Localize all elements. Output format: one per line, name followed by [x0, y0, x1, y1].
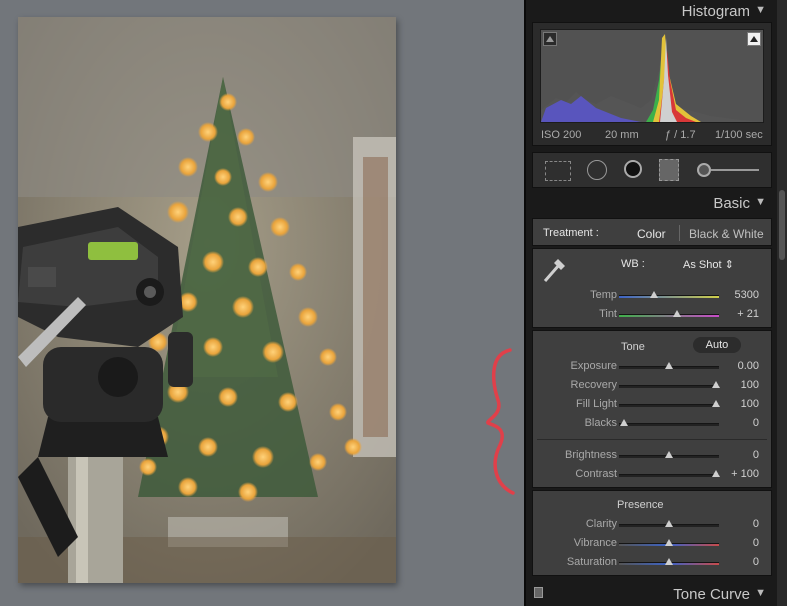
collapse-triangle-icon[interactable]: ▼ — [755, 4, 766, 16]
exposure-value[interactable]: 0.00 — [709, 360, 759, 372]
histogram-title: Histogram — [681, 3, 750, 20]
clarity-slider-thumb[interactable] — [665, 520, 673, 527]
graduated-filter-icon[interactable] — [659, 159, 679, 181]
contrast-slider[interactable] — [619, 470, 720, 477]
treatment-bw-option[interactable]: Black & White — [689, 227, 764, 241]
basic-title: Basic — [713, 195, 750, 212]
highlight-clipping-icon[interactable] — [747, 32, 761, 46]
tint-slider-thumb[interactable] — [673, 310, 681, 317]
collapse-triangle-icon[interactable]: ▼ — [755, 196, 766, 208]
panel-switch-icon[interactable] — [534, 587, 543, 598]
temp-slider[interactable] — [619, 291, 719, 298]
treatment-row: Treatment : Color Black & White — [532, 218, 772, 246]
exposure-slider[interactable] — [619, 362, 719, 369]
photo-preview[interactable] — [18, 17, 396, 583]
white-balance-box: WB : As Shot ⇕ Temp 5300 Tint + 21 — [532, 248, 772, 328]
crop-tool-icon[interactable] — [545, 161, 571, 181]
eyedropper-icon[interactable] — [541, 255, 569, 285]
saturation-label: Saturation — [566, 556, 617, 568]
wb-label: WB : — [621, 258, 645, 270]
fill-light-value[interactable]: 100 — [709, 398, 759, 410]
tone-divider — [537, 439, 767, 440]
shutter-readout: 1/100 sec — [715, 129, 763, 141]
temp-label: Temp — [590, 289, 617, 301]
saturation-value[interactable]: 0 — [709, 556, 759, 568]
treatment-label: Treatment : — [543, 227, 599, 239]
clarity-label: Clarity — [585, 518, 617, 530]
tone-curve-header[interactable]: Tone Curve ▼ — [532, 583, 772, 605]
clarity-slider[interactable] — [619, 520, 719, 527]
brush-handle — [711, 169, 759, 171]
collapse-triangle-icon[interactable]: ▼ — [755, 587, 766, 599]
exposure-slider-thumb[interactable] — [665, 362, 673, 369]
recovery-value[interactable]: 100 — [709, 379, 759, 391]
vibrance-slider-thumb[interactable] — [665, 539, 673, 546]
presence-label: Presence — [617, 499, 664, 511]
exposure-label: Exposure — [570, 360, 617, 372]
photo-image — [18, 17, 396, 583]
spot-removal-icon[interactable] — [587, 160, 607, 180]
contrast-label: Contrast — [575, 468, 617, 480]
wb-select[interactable]: As Shot ⇕ — [683, 258, 734, 271]
tone-box: Tone Auto Exposure 0.00 Recovery 100 Fil… — [532, 330, 772, 488]
treatment-divider — [679, 225, 680, 241]
shadow-clipping-icon[interactable] — [543, 32, 557, 46]
brightness-slider[interactable] — [619, 451, 719, 458]
histogram-graph — [540, 29, 764, 123]
histogram-chart — [541, 34, 763, 122]
histogram-header[interactable]: Histogram ▼ — [532, 0, 772, 22]
red-eye-icon[interactable] — [624, 160, 642, 178]
tone-label: Tone — [621, 341, 645, 353]
blacks-slider[interactable] — [619, 419, 719, 426]
fill-light-label: Fill Light — [576, 398, 617, 410]
saturation-slider[interactable] — [619, 558, 719, 565]
tint-label: Tint — [599, 308, 617, 320]
focal-readout: 20 mm — [605, 129, 639, 141]
iso-readout: ISO 200 — [541, 129, 582, 141]
recovery-slider[interactable] — [619, 381, 720, 388]
blacks-value[interactable]: 0 — [709, 417, 759, 429]
auto-tone-button[interactable]: Auto — [693, 337, 741, 353]
histogram-panel: ISO 200 20 mm ƒ / 1.7 1/100 sec — [532, 22, 772, 146]
vibrance-slider[interactable] — [619, 539, 719, 546]
tint-value[interactable]: + 21 — [709, 308, 759, 320]
clarity-value[interactable]: 0 — [709, 518, 759, 530]
temp-value[interactable]: 5300 — [709, 289, 759, 301]
panel-scrollbar[interactable] — [777, 0, 787, 606]
blacks-label: Blacks — [584, 417, 617, 429]
fill-light-slider[interactable] — [619, 400, 720, 407]
tint-slider[interactable] — [619, 310, 719, 317]
blacks-slider-thumb[interactable] — [620, 419, 628, 426]
treatment-color-option[interactable]: Color — [637, 227, 666, 241]
temp-slider-thumb[interactable] — [650, 291, 658, 298]
brightness-value[interactable]: 0 — [709, 449, 759, 461]
adjustment-brush-icon[interactable] — [697, 163, 711, 177]
vibrance-value[interactable]: 0 — [709, 537, 759, 549]
basic-header[interactable]: Basic ▼ — [532, 192, 772, 214]
saturation-slider-thumb[interactable] — [665, 558, 673, 565]
presence-box: Presence Clarity 0 Vibrance 0 Saturation… — [532, 490, 772, 576]
vibrance-label: Vibrance — [573, 537, 617, 549]
develop-right-panel: Histogram ▼ ISO 200 20 mm ƒ / 1.7 1/100 … — [524, 0, 787, 606]
contrast-value[interactable]: + 100 — [709, 468, 759, 480]
aperture-readout: ƒ / 1.7 — [665, 129, 696, 141]
tone-curve-title: Tone Curve — [673, 586, 750, 603]
tool-strip — [532, 152, 772, 188]
scrollbar-thumb[interactable] — [779, 190, 785, 260]
image-canvas — [0, 0, 524, 606]
recovery-label: Recovery — [570, 379, 617, 391]
brightness-label: Brightness — [565, 449, 617, 461]
brightness-slider-thumb[interactable] — [665, 451, 673, 458]
annotation-brace — [486, 348, 515, 495]
